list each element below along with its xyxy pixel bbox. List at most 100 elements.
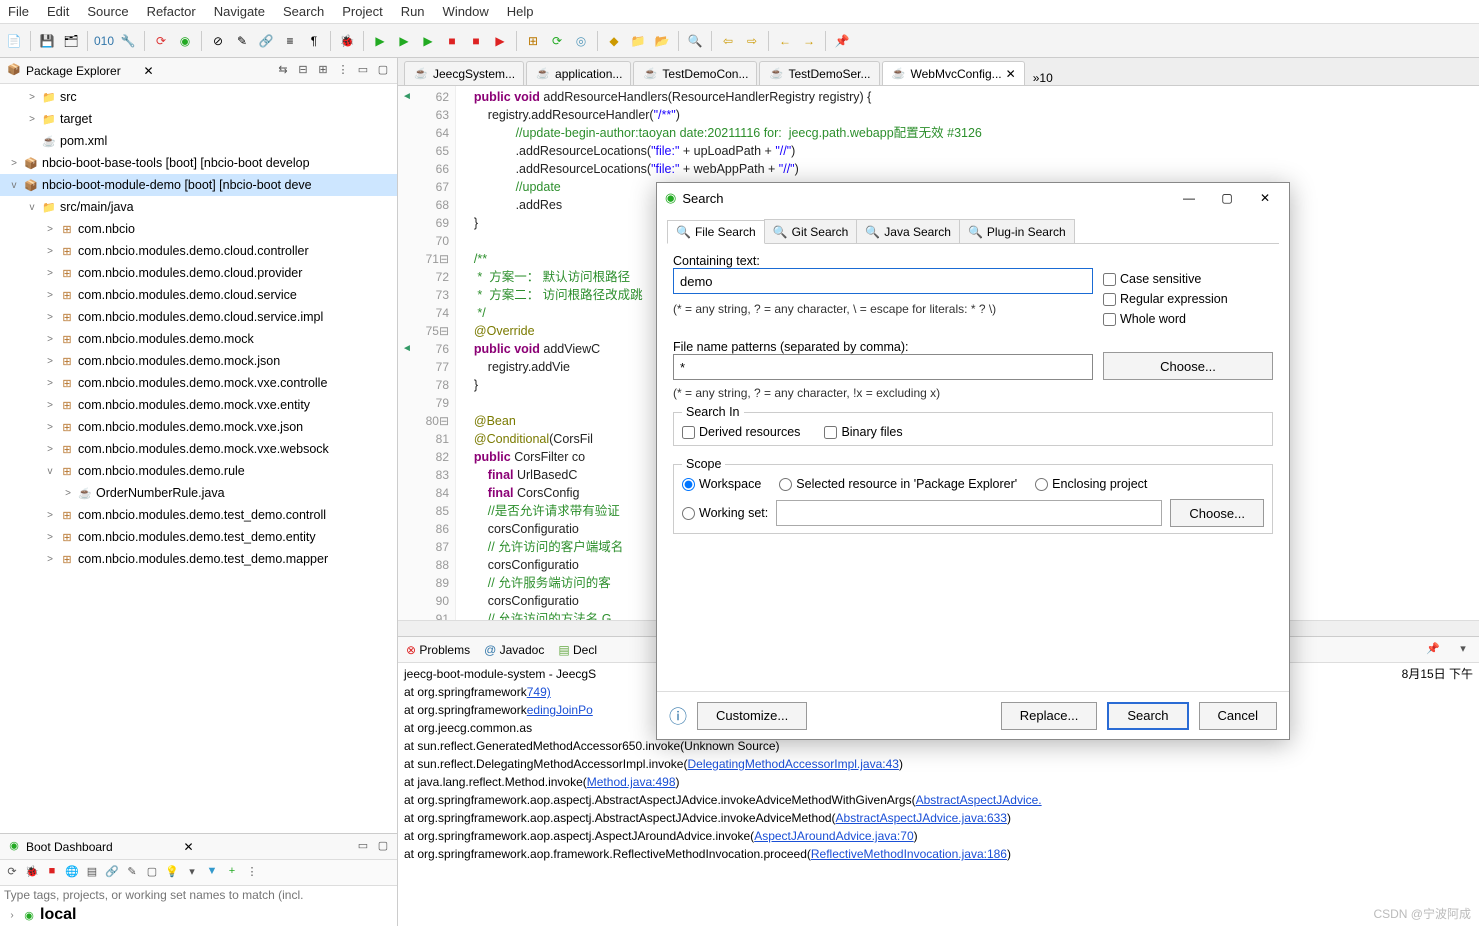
tab-file-search[interactable]: 🔍File Search <box>667 220 765 244</box>
whole-word-checkbox[interactable]: Whole word <box>1103 312 1273 326</box>
menu-file[interactable]: File <box>8 4 29 19</box>
close-tab-icon[interactable]: ✕ <box>1006 67 1016 81</box>
binary-icon[interactable]: 010 <box>94 31 114 51</box>
link-editor-icon[interactable]: ⊟ <box>295 63 311 79</box>
tree-node[interactable]: >📦nbcio-boot-base-tools [boot] [nbcio-bo… <box>0 152 397 174</box>
regex-checkbox[interactable]: Regular expression <box>1103 292 1273 306</box>
refresh-icon[interactable]: ⟳ <box>547 31 567 51</box>
forward-icon[interactable]: → <box>799 31 819 51</box>
collapse-all-icon[interactable]: ⇆ <box>275 63 291 79</box>
menu-navigate[interactable]: Navigate <box>214 4 265 19</box>
stop-all-icon[interactable]: ■ <box>466 31 486 51</box>
derived-checkbox[interactable]: Derived resources <box>682 425 800 439</box>
menu-window[interactable]: Window <box>443 4 489 19</box>
build-icon[interactable]: 🔧 <box>118 31 138 51</box>
prev-annotation-icon[interactable]: ⇦ <box>718 31 738 51</box>
dialog-maximize-icon[interactable]: ▢ <box>1211 186 1243 210</box>
bd-add-icon[interactable]: + <box>224 865 240 881</box>
scope-workingset-radio[interactable]: Working set: <box>682 506 768 520</box>
tree-node[interactable]: >⊞com.nbcio.modules.demo.mock.vxe.entity <box>0 394 397 416</box>
link-icon[interactable]: 🔗 <box>256 31 276 51</box>
package-explorer-tree[interactable]: >📁src>📁target☕pom.xml>📦nbcio-boot-base-t… <box>0 84 397 833</box>
editor-tab[interactable]: ☕JeecgSystem... <box>404 61 524 85</box>
customize-button[interactable]: Customize... <box>697 702 807 730</box>
new-icon[interactable]: 📄 <box>4 31 24 51</box>
pin-icon[interactable]: 📌 <box>832 31 852 51</box>
cancel-button[interactable]: Cancel <box>1199 702 1277 730</box>
new-pkg-icon[interactable]: 📁 <box>628 31 648 51</box>
search-icon[interactable]: 🔍 <box>685 31 705 51</box>
save-all-icon[interactable]: 🗂 <box>61 31 81 51</box>
scope-workspace-radio[interactable]: Workspace <box>682 477 761 491</box>
tree-node[interactable]: v⊞com.nbcio.modules.demo.rule <box>0 460 397 482</box>
scope-selected-radio[interactable]: Selected resource in 'Package Explorer' <box>779 477 1017 491</box>
back-icon[interactable]: ← <box>775 31 795 51</box>
bd-link-icon[interactable]: 🔗 <box>104 865 120 881</box>
menu-run[interactable]: Run <box>401 4 425 19</box>
editor-tab[interactable]: ☕WebMvcConfig... ✕ <box>882 61 1025 85</box>
bd-open-icon[interactable]: 🌐 <box>64 865 80 881</box>
bd-max-icon[interactable]: ▢ <box>375 839 391 855</box>
close-view-icon[interactable]: ✕ <box>143 64 153 78</box>
format-icon[interactable]: ¶ <box>304 31 324 51</box>
tab-javadoc[interactable]: @ Javadoc <box>484 643 544 657</box>
tab-declaration[interactable]: ▤ Decl <box>558 643 597 657</box>
bd-console-icon[interactable]: ▤ <box>84 865 100 881</box>
bd-debug-icon[interactable]: 🐞 <box>24 865 40 881</box>
console-pin-icon[interactable]: 📌 <box>1425 642 1441 658</box>
tab-git-search[interactable]: 🔍Git Search <box>764 219 858 243</box>
tree-node[interactable]: >⊞com.nbcio.modules.demo.mock.vxe.contro… <box>0 372 397 394</box>
tab-java-search[interactable]: 🔍Java Search <box>856 219 960 243</box>
tree-node[interactable]: >⊞com.nbcio.modules.demo.test_demo.entit… <box>0 526 397 548</box>
help-icon[interactable]: ⓘ <box>669 703 687 729</box>
boot-dash-filter-input[interactable] <box>0 886 397 904</box>
tree-node[interactable]: ☕pom.xml <box>0 130 397 152</box>
case-sensitive-checkbox[interactable]: Case sensitive <box>1103 272 1273 286</box>
menu-refactor[interactable]: Refactor <box>147 4 196 19</box>
minimize-icon[interactable]: ▭ <box>355 63 371 79</box>
tab-plugin-search[interactable]: 🔍Plug-in Search <box>959 219 1075 243</box>
tree-node[interactable]: v📁src/main/java <box>0 196 397 218</box>
boot-dash-local[interactable]: › ◉ local <box>0 904 397 926</box>
editor-tab[interactable]: ☕TestDemoCon... <box>633 61 757 85</box>
run-icon[interactable]: ▶ <box>370 31 390 51</box>
bd-filter-icon[interactable]: ▼ <box>204 865 220 881</box>
bd-relaunch-icon[interactable]: ⟳ <box>4 865 20 881</box>
tree-node[interactable]: >⊞com.nbcio.modules.demo.test_demo.contr… <box>0 504 397 526</box>
type-icon[interactable]: ◎ <box>571 31 591 51</box>
package-icon[interactable]: ⊞ <box>523 31 543 51</box>
editor-tab[interactable]: ☕application... <box>526 61 631 85</box>
search-button[interactable]: Search <box>1107 702 1188 730</box>
tree-node[interactable]: >📁src <box>0 86 397 108</box>
binary-checkbox[interactable]: Binary files <box>824 425 902 439</box>
open-type-icon[interactable]: 📂 <box>652 31 672 51</box>
menu-source[interactable]: Source <box>87 4 128 19</box>
dialog-titlebar[interactable]: ◉ Search — ▢ ✕ <box>657 183 1289 213</box>
bd-bulb-icon[interactable]: 💡 <box>164 865 180 881</box>
view-menu-icon[interactable]: ⋮ <box>335 63 351 79</box>
tree-node[interactable]: v📦nbcio-boot-module-demo [boot] [nbcio-b… <box>0 174 397 196</box>
next-annotation-icon[interactable]: ⇨ <box>742 31 762 51</box>
tabs-overflow[interactable]: »10 <box>1027 71 1059 85</box>
maximize-icon[interactable]: ▢ <box>375 63 391 79</box>
tree-node[interactable]: >⊞com.nbcio.modules.demo.cloud.service.i… <box>0 306 397 328</box>
bd-stop-icon[interactable]: ■ <box>44 865 60 881</box>
menu-project[interactable]: Project <box>342 4 382 19</box>
tree-node[interactable]: >⊞com.nbcio.modules.demo.cloud.controlle… <box>0 240 397 262</box>
bd-min-icon[interactable]: ▭ <box>355 839 371 855</box>
tree-node[interactable]: >⊞com.nbcio.modules.demo.cloud.provider <box>0 262 397 284</box>
skip-breakpoints-icon[interactable]: ⊘ <box>208 31 228 51</box>
pattern-input[interactable] <box>673 354 1093 380</box>
bd-menu-icon[interactable]: ⋮ <box>244 865 260 881</box>
editor-tab[interactable]: ☕TestDemoSer... <box>759 61 879 85</box>
coverage-icon[interactable]: ▶ <box>418 31 438 51</box>
relaunch-icon[interactable]: ⟳ <box>151 31 171 51</box>
tree-node[interactable]: >☕OrderNumberRule.java <box>0 482 397 504</box>
dialog-close-icon[interactable]: ✕ <box>1249 186 1281 210</box>
tree-node[interactable]: >⊞com.nbcio.modules.demo.mock <box>0 328 397 350</box>
focus-icon[interactable]: ⊞ <box>315 63 331 79</box>
containing-text-input[interactable] <box>673 268 1093 294</box>
scope-enclosing-radio[interactable]: Enclosing project <box>1035 477 1147 491</box>
dialog-minimize-icon[interactable]: — <box>1173 186 1205 210</box>
tree-node[interactable]: >⊞com.nbcio.modules.demo.test_demo.mappe… <box>0 548 397 570</box>
